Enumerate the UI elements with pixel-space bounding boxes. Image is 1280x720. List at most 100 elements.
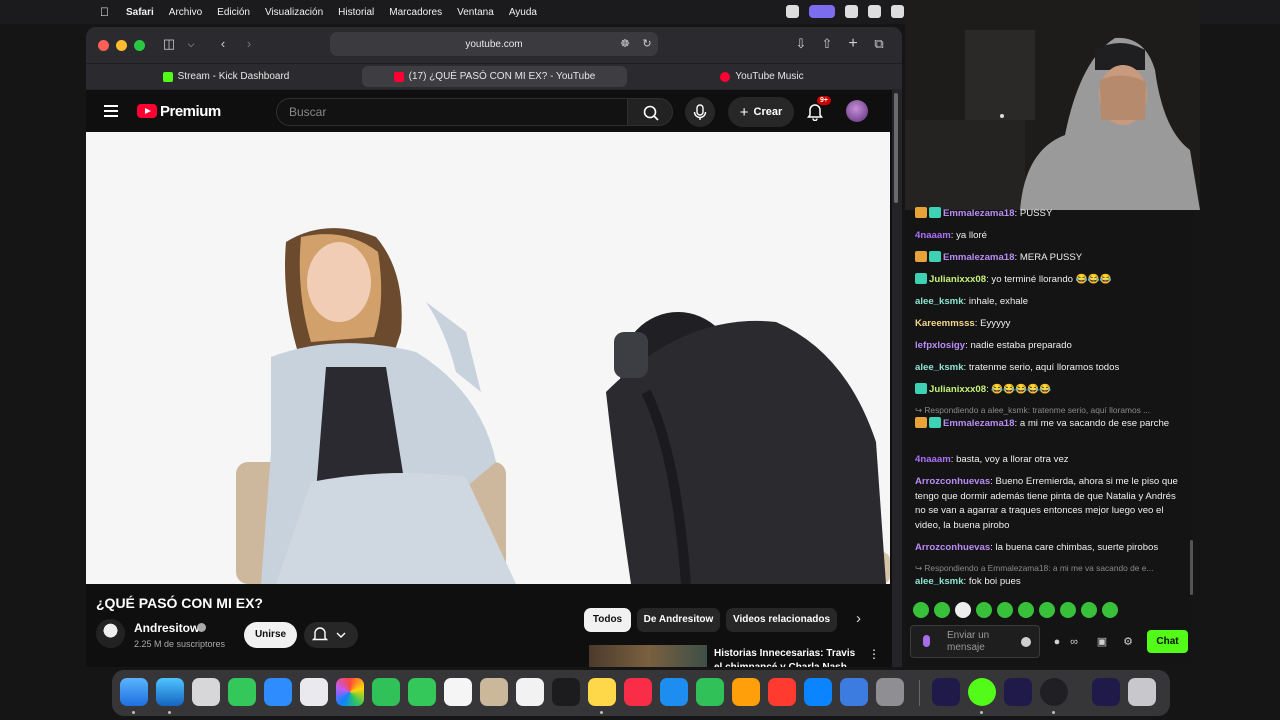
notes-icon[interactable] bbox=[588, 678, 616, 706]
photos-icon[interactable] bbox=[336, 678, 364, 706]
share-icon[interactable]: ● bbox=[1050, 635, 1064, 649]
chat-username[interactable]: Emmalezama18 bbox=[943, 418, 1014, 429]
menu-archivo[interactable]: Archivo bbox=[169, 7, 202, 18]
maps-icon[interactable] bbox=[300, 678, 328, 706]
join-button[interactable]: Unirse bbox=[244, 622, 297, 648]
channel-name[interactable]: Andresitow bbox=[134, 621, 199, 635]
zoom-window-button[interactable] bbox=[134, 40, 145, 51]
chevron-right-icon[interactable]: › bbox=[856, 610, 861, 627]
keynote-icon[interactable] bbox=[660, 678, 688, 706]
download-icon[interactable]: ⇩ bbox=[792, 35, 810, 53]
contacts-icon[interactable] bbox=[480, 678, 508, 706]
emote-icon[interactable] bbox=[1060, 602, 1076, 618]
search-button[interactable] bbox=[627, 98, 673, 126]
video-player[interactable] bbox=[86, 132, 890, 584]
emote-icon[interactable] bbox=[997, 602, 1013, 618]
emote-icon[interactable] bbox=[934, 602, 950, 618]
chevron-down-icon[interactable]: ⌵ bbox=[182, 35, 200, 53]
status-icon[interactable] bbox=[845, 5, 858, 18]
tab-youtube-video[interactable]: (17) ¿QUÉ PASÓ CON MI EX? - YouTube bbox=[362, 66, 627, 87]
chip-todos[interactable]: Todos bbox=[584, 608, 631, 632]
forward-icon[interactable]: › bbox=[240, 35, 258, 53]
mail-icon[interactable] bbox=[264, 678, 292, 706]
menu-ayuda[interactable]: Ayuda bbox=[509, 7, 537, 18]
recommended-video-title[interactable]: Historias Innecesarias: Travis el chimpa… bbox=[714, 647, 864, 667]
menu-historial[interactable]: Historial bbox=[338, 7, 374, 18]
chat-username[interactable]: Arrozconhuevas bbox=[915, 476, 990, 487]
menu-icon[interactable] bbox=[104, 105, 118, 117]
emote-icon[interactable] bbox=[913, 602, 929, 618]
chat-username[interactable]: Emmalezama18 bbox=[943, 252, 1014, 263]
status-icon[interactable] bbox=[786, 5, 799, 18]
finder-icon[interactable] bbox=[120, 678, 148, 706]
menu-ventana[interactable]: Ventana bbox=[457, 7, 494, 18]
obs-icon[interactable] bbox=[1040, 678, 1068, 706]
tab-youtube-music[interactable]: YouTube Music bbox=[627, 66, 897, 87]
calendar-icon[interactable] bbox=[444, 678, 472, 706]
channel-avatar[interactable] bbox=[96, 619, 125, 648]
chat-scrollbar[interactable] bbox=[1190, 540, 1193, 595]
youtube-logo-icon[interactable] bbox=[137, 104, 157, 118]
iphone-mirroring-icon[interactable] bbox=[840, 678, 868, 706]
gift-icon[interactable]: ▣ bbox=[1095, 635, 1109, 649]
voice-search-button[interactable] bbox=[685, 97, 715, 127]
more-options-icon[interactable]: ⋮ bbox=[868, 647, 880, 661]
emote-icon[interactable] bbox=[1039, 602, 1055, 618]
translate-icon[interactable]: ☸ bbox=[616, 35, 634, 53]
chat-username[interactable]: alee_ksmk bbox=[915, 362, 964, 373]
youtube-brand[interactable]: Premium bbox=[160, 103, 221, 120]
numbers-icon[interactable] bbox=[696, 678, 724, 706]
apple-tv-icon[interactable] bbox=[552, 678, 580, 706]
chat-username[interactable]: 4naaam bbox=[915, 454, 951, 465]
chip-de-andresitow[interactable]: De Andresitow bbox=[637, 608, 720, 632]
chat-username[interactable]: lefpxlosigy bbox=[915, 340, 965, 351]
emoji-icon[interactable] bbox=[1021, 637, 1031, 647]
music-icon[interactable] bbox=[624, 678, 652, 706]
minimize-window-button[interactable] bbox=[116, 40, 127, 51]
premiere-pro-project-icon[interactable] bbox=[1092, 678, 1120, 706]
chat-username[interactable]: alee_ksmk bbox=[915, 296, 964, 307]
chat-username[interactable]: alee_ksmk bbox=[915, 576, 964, 587]
new-tab-icon[interactable]: + bbox=[844, 35, 862, 53]
tab-kick-dashboard[interactable]: Stream - Kick Dashboard bbox=[90, 66, 362, 87]
safari-icon[interactable] bbox=[156, 678, 184, 706]
subscription-bell-button[interactable] bbox=[304, 622, 358, 648]
status-icon[interactable] bbox=[868, 5, 881, 18]
create-button[interactable]: + Crear bbox=[728, 97, 794, 127]
status-icon-active[interactable] bbox=[809, 5, 835, 18]
microphone-icon[interactable] bbox=[923, 635, 930, 647]
system-settings-icon[interactable] bbox=[876, 678, 904, 706]
chat-username[interactable]: 4naaam bbox=[915, 230, 951, 241]
address-bar[interactable]: youtube.com bbox=[330, 32, 658, 56]
emote-icon[interactable] bbox=[955, 602, 971, 618]
apple-icon[interactable]:  bbox=[100, 6, 112, 18]
chat-username[interactable]: Julianixxx08 bbox=[929, 274, 986, 285]
emote-icon[interactable] bbox=[1081, 602, 1097, 618]
messages-icon[interactable] bbox=[228, 678, 256, 706]
media-encoder-icon[interactable] bbox=[932, 678, 960, 706]
chip-videos-relacionados[interactable]: Videos relacionados bbox=[726, 608, 837, 632]
menu-marcadores[interactable]: Marcadores bbox=[389, 7, 442, 18]
chat-username[interactable]: Emmalezama18 bbox=[943, 208, 1014, 219]
chat-username[interactable]: Arrozconhuevas bbox=[915, 542, 990, 553]
sidebar-icon[interactable]: ◫ bbox=[160, 35, 178, 53]
close-window-button[interactable] bbox=[98, 40, 109, 51]
tab-overview-icon[interactable]: ⧉ bbox=[870, 35, 888, 53]
chat-send-button[interactable]: Chat bbox=[1147, 630, 1188, 653]
premiere-pro-icon[interactable] bbox=[1004, 678, 1032, 706]
phone-icon[interactable] bbox=[408, 678, 436, 706]
emote-icon[interactable] bbox=[1102, 602, 1118, 618]
infinity-icon[interactable]: ∞ bbox=[1067, 635, 1081, 649]
recommended-thumbnail[interactable] bbox=[589, 645, 707, 667]
reminders-icon[interactable] bbox=[516, 678, 544, 706]
pages-icon[interactable] bbox=[732, 678, 760, 706]
menu-safari[interactable]: Safari bbox=[126, 7, 154, 18]
facetime-icon[interactable] bbox=[372, 678, 400, 706]
menu-visualizacion[interactable]: Visualización bbox=[265, 7, 323, 18]
share-icon[interactable]: ⇧ bbox=[818, 35, 836, 53]
emote-icon[interactable] bbox=[1018, 602, 1034, 618]
chat-username[interactable]: Julianixxx08 bbox=[929, 384, 986, 395]
chat-username[interactable]: Kareemmsss bbox=[915, 318, 975, 329]
emote-icon[interactable] bbox=[976, 602, 992, 618]
search-input[interactable]: Buscar bbox=[276, 98, 628, 126]
